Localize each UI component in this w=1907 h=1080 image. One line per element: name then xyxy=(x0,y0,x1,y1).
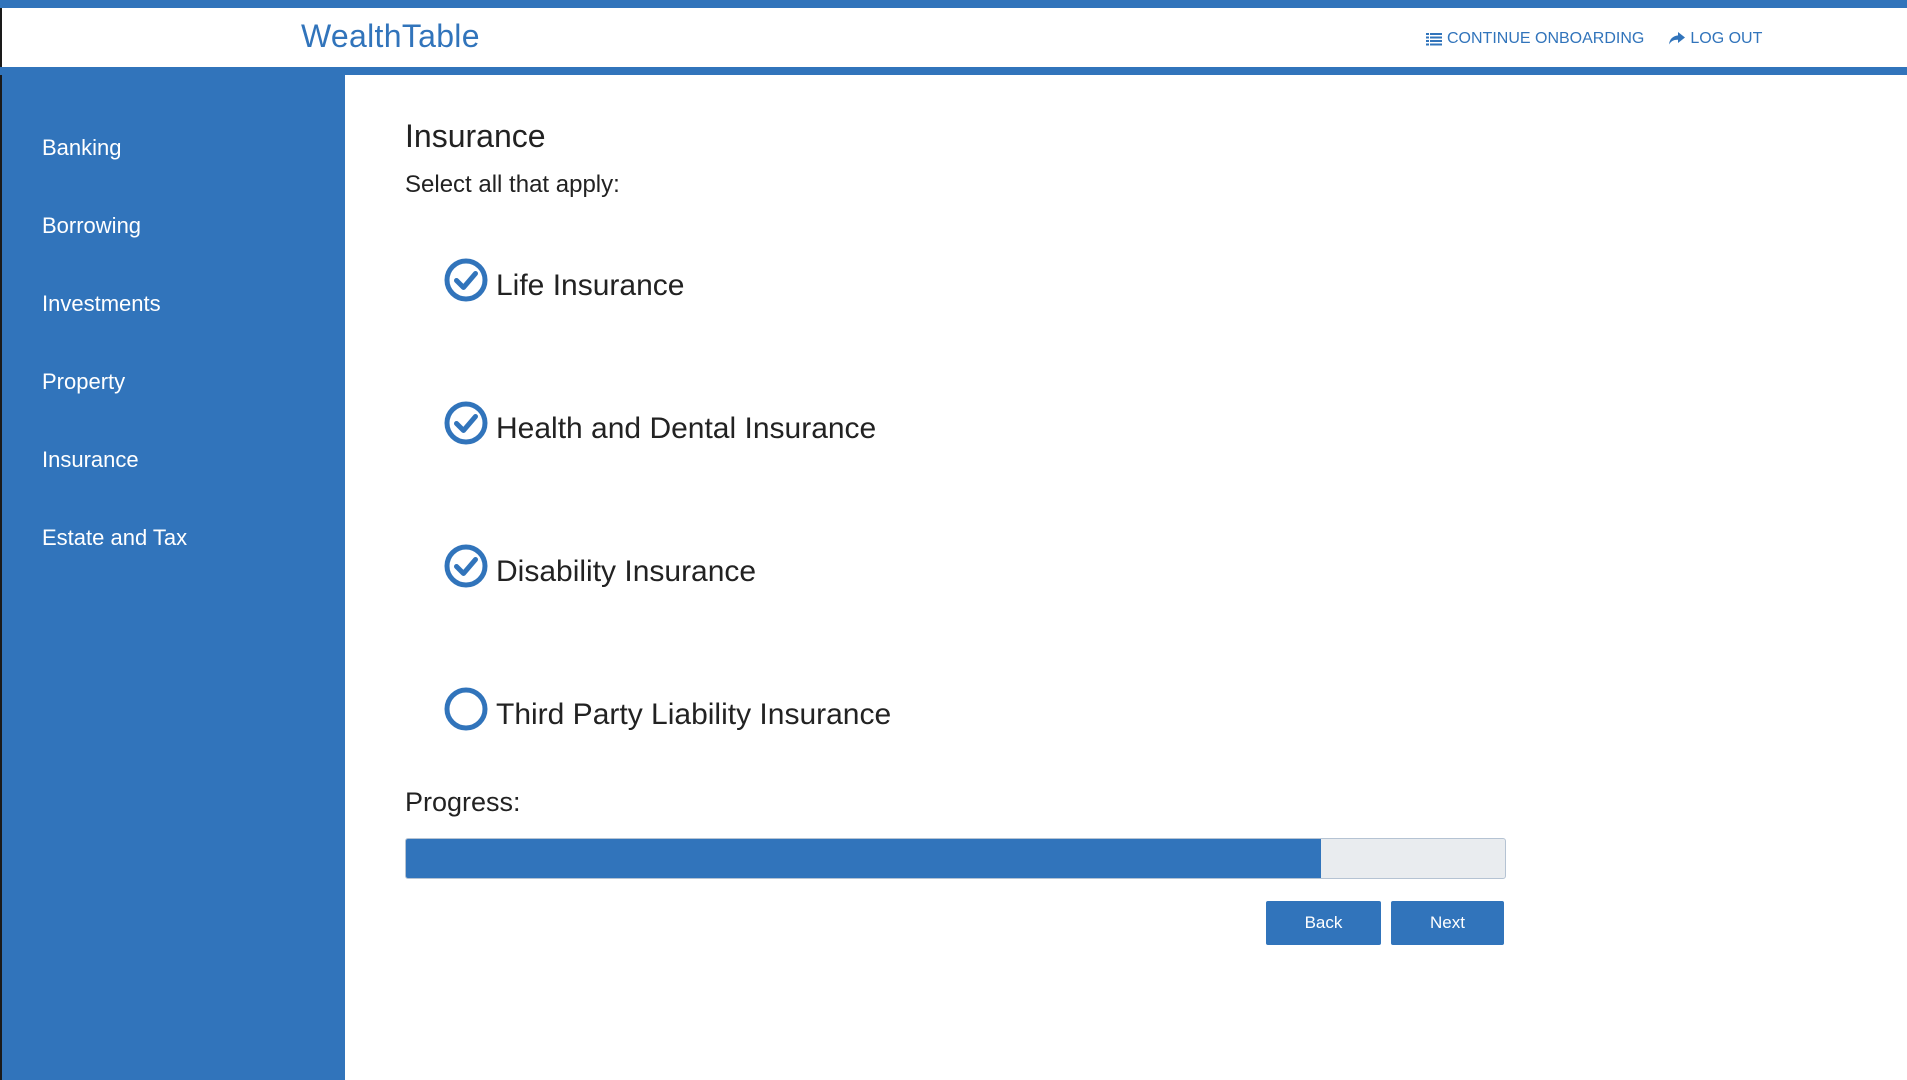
sidebar-item-borrowing[interactable]: Borrowing xyxy=(2,204,345,282)
sidebar-item-insurance[interactable]: Insurance xyxy=(2,438,345,516)
page-title: Insurance xyxy=(405,118,546,154)
share-arrow-icon xyxy=(1668,32,1686,46)
sidebar-nav: Banking Borrowing Investments Property I… xyxy=(2,75,345,594)
empty-circle-icon xyxy=(444,687,488,731)
log-out-link[interactable]: LOG OUT xyxy=(1668,30,1762,48)
log-out-label: LOG OUT xyxy=(1690,30,1763,47)
top-accent-bar xyxy=(0,0,1907,8)
brand-logo[interactable]: WealthTable xyxy=(301,18,480,55)
option-life-insurance[interactable]: Life Insurance xyxy=(444,258,684,303)
continue-onboarding-link[interactable]: CONTINUE ONBOARDING xyxy=(1426,30,1644,48)
check-circle-icon xyxy=(444,544,488,588)
app-header: WealthTable CONTINUE ONBOARDING LOG OUT xyxy=(0,8,1907,67)
progress-label: Progress: xyxy=(405,787,521,817)
page: WealthTable CONTINUE ONBOARDING LOG OUT … xyxy=(0,0,1907,1080)
sidebar-item-property[interactable]: Property xyxy=(2,360,345,438)
sidebar-item-estate-and-tax[interactable]: Estate and Tax xyxy=(2,516,345,594)
continue-onboarding-label: CONTINUE ONBOARDING xyxy=(1447,30,1645,47)
sidebar-item-label: Property xyxy=(42,369,126,394)
back-button[interactable]: Back xyxy=(1266,901,1381,945)
header-nav: CONTINUE ONBOARDING LOG OUT xyxy=(1426,30,1762,48)
progress-fill xyxy=(406,839,1322,878)
option-third-party-liability-insurance[interactable]: Third Party Liability Insurance xyxy=(444,687,891,732)
progress-bar xyxy=(405,838,1506,879)
sidebar-item-banking[interactable]: Banking xyxy=(2,126,345,204)
header-divider xyxy=(0,67,1907,75)
sidebar-item-label: Insurance xyxy=(42,447,139,472)
check-circle-icon xyxy=(444,258,488,302)
option-label: Disability Insurance xyxy=(496,555,757,588)
sidebar-item-label: Banking xyxy=(42,135,122,160)
sidebar-item-label: Investments xyxy=(42,291,161,316)
option-label: Health and Dental Insurance xyxy=(496,412,877,445)
next-button[interactable]: Next xyxy=(1391,901,1504,945)
sidebar-item-investments[interactable]: Investments xyxy=(2,282,345,360)
page-subtitle: Select all that apply: xyxy=(405,171,620,198)
option-health-and-dental-insurance[interactable]: Health and Dental Insurance xyxy=(444,401,876,446)
check-circle-icon xyxy=(444,401,488,445)
sidebar-item-label: Estate and Tax xyxy=(42,525,188,550)
option-disability-insurance[interactable]: Disability Insurance xyxy=(444,544,756,589)
option-label: Third Party Liability Insurance xyxy=(496,698,892,731)
sidebar: Banking Borrowing Investments Property I… xyxy=(0,75,345,1080)
list-icon xyxy=(1426,32,1442,46)
option-label: Life Insurance xyxy=(496,269,685,302)
sidebar-item-label: Borrowing xyxy=(42,213,142,238)
